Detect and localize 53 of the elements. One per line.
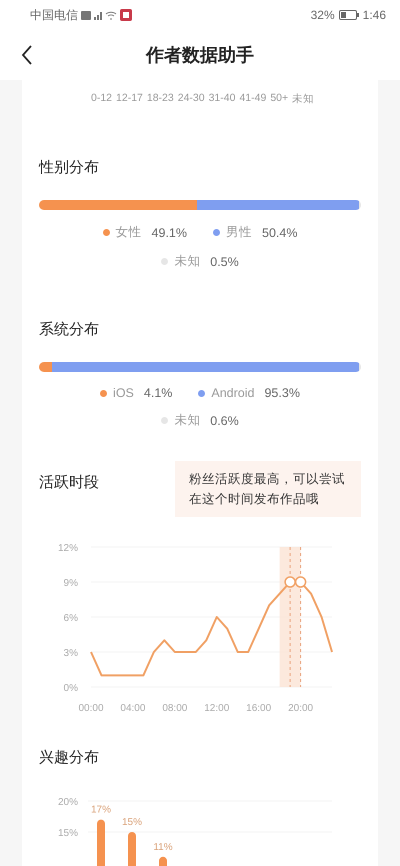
carrier-name: 中国电信: [30, 6, 78, 24]
axis-label: 20%: [58, 797, 78, 808]
legend-label: 男性: [226, 224, 252, 241]
legend-value: 0.5%: [210, 254, 239, 268]
legend-label: 未知: [174, 253, 200, 270]
app-notification-icon: [120, 9, 132, 21]
axis-label: 12:00: [204, 703, 230, 714]
data-label: 11%: [153, 842, 173, 853]
axis-label: 0%: [64, 683, 78, 694]
axis-label: 16:00: [246, 703, 272, 714]
battery-icon: [338, 10, 359, 20]
data-label: 17%: [91, 804, 111, 816]
axis-label: 31-40: [208, 92, 236, 106]
axis-label: 12%: [58, 543, 78, 554]
axis-label: 20:00: [288, 703, 314, 714]
data-label: 15%: [122, 817, 142, 828]
axis-label: 6%: [64, 613, 78, 624]
axis-label: 15%: [58, 828, 78, 839]
section-title: 性别分布: [39, 158, 100, 177]
section-title: 活跃时段: [39, 473, 99, 492]
axis-label: 50+: [270, 92, 288, 106]
axis-label: 0-12: [91, 92, 112, 106]
legend-label: iOS: [113, 386, 134, 400]
axis-label: 12-17: [116, 92, 143, 106]
axis-label: 24-30: [178, 92, 205, 106]
axis-label: 04:00: [120, 703, 146, 714]
axis-label: 00:00: [78, 703, 104, 714]
legend-value: 95.3%: [264, 386, 300, 400]
legend-value: 0.6%: [210, 414, 239, 428]
clock-time: 1:46: [362, 8, 386, 22]
axis-label: 3%: [64, 648, 78, 659]
legend-value: 50.4%: [262, 226, 298, 240]
page-title: 作者数据助手: [146, 44, 254, 67]
bar: [97, 820, 105, 866]
axis-label: 未知: [292, 92, 314, 107]
data-point: [284, 576, 296, 588]
axis-label: 9%: [64, 578, 78, 589]
legend-label: 未知: [174, 412, 200, 429]
legend-value: 49.1%: [152, 226, 187, 240]
axis-label: 41-49: [239, 92, 266, 106]
axis-label: 18-23: [146, 92, 174, 106]
section-title: 系统分布: [39, 320, 100, 339]
bar: [128, 832, 136, 866]
signal-icon: [81, 10, 117, 20]
data-point: [294, 576, 306, 588]
bar: [159, 856, 167, 866]
legend-value: 4.1%: [144, 386, 172, 400]
tip-bubble: 粉丝活跃度最高，可以尝试在这个时间发布作品哦: [175, 461, 361, 517]
battery-percent: 32%: [310, 8, 335, 22]
legend-label: Android: [211, 386, 254, 400]
axis-label: 08:00: [162, 703, 188, 714]
legend-label: 女性: [116, 224, 142, 241]
section-title: 兴趣分布: [39, 748, 100, 767]
